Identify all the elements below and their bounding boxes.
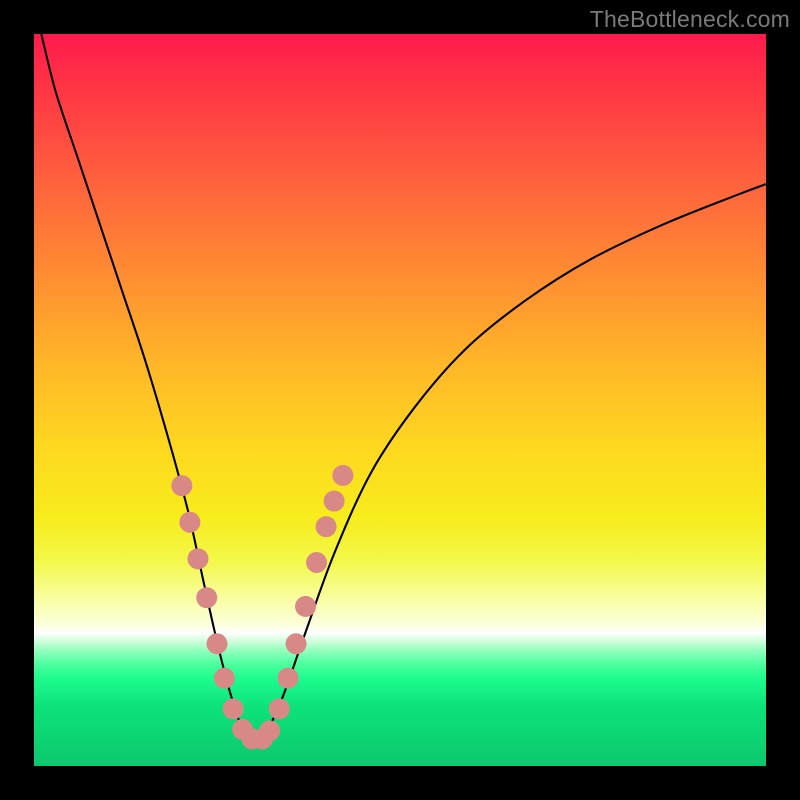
curve-dot — [306, 552, 327, 573]
bottleneck-curve — [41, 34, 766, 744]
curve-dot — [171, 475, 192, 496]
curve-dot — [278, 668, 299, 689]
curve-dot — [179, 512, 200, 533]
plot-area — [34, 34, 766, 766]
curve-dot — [207, 633, 228, 654]
curve-dot — [187, 548, 208, 569]
curve-dot — [332, 465, 353, 486]
watermark-text: TheBottleneck.com — [590, 6, 790, 33]
curve-dot — [286, 633, 307, 654]
marker-dots — [171, 465, 353, 750]
chart-frame: TheBottleneck.com — [0, 0, 800, 800]
curve-dot — [259, 720, 280, 741]
curve-dot — [295, 596, 316, 617]
curve-layer — [34, 34, 766, 766]
curve-dot — [324, 491, 345, 512]
curve-dot — [214, 668, 235, 689]
curve-dot — [316, 516, 337, 537]
curve-dot — [269, 698, 290, 719]
curve-dot — [196, 587, 217, 608]
curve-dot — [223, 698, 244, 719]
